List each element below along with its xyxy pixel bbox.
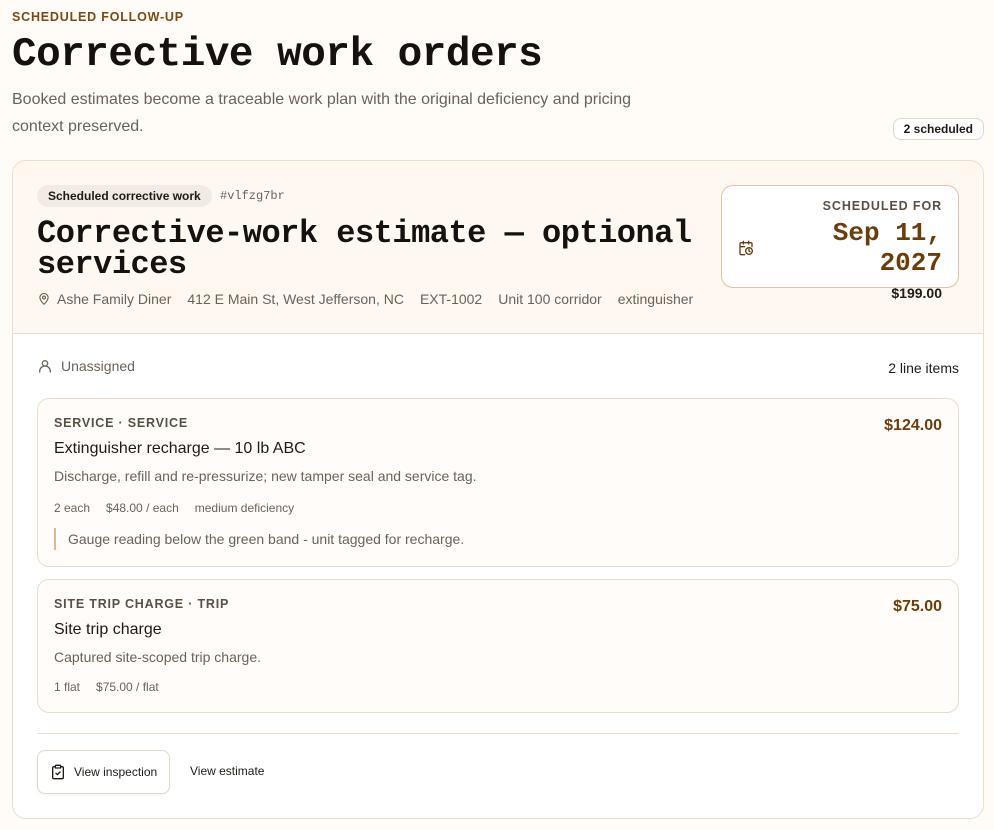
page-eyebrow: SCHEDULED FOLLOW-UP — [12, 10, 184, 24]
schedule-label: SCHEDULED FOR — [822, 199, 942, 213]
asset-type: extinguisher — [617, 291, 694, 307]
assignee-label: Unassigned — [61, 358, 135, 374]
view-inspection-label: View inspection — [74, 765, 158, 779]
line-item-kind: SITE TRIP CHARGE · TRIP — [54, 597, 230, 611]
map-pin-icon — [37, 292, 51, 306]
line-item-unit-price: $48.00 / each — [106, 501, 179, 515]
view-estimate-link[interactable]: View estimate — [190, 764, 264, 778]
actions-divider — [37, 733, 959, 734]
line-item-price: $124.00 — [884, 417, 942, 434]
line-item-quantity: 1 flat — [54, 680, 81, 694]
line-item-description: Captured site-scoped trip charge. — [54, 649, 261, 665]
line-item-count: 2 line items — [888, 360, 959, 376]
work-order-ref: #vlfzg7br — [220, 189, 285, 203]
page-subtitle: Booked estimates become a traceable work… — [12, 91, 632, 135]
work-order-meta: Ashe Family Diner 412 E Main St, West Je… — [37, 291, 693, 307]
customer-name: Ashe Family Diner — [57, 291, 172, 307]
work-type-chip: Scheduled corrective work — [37, 185, 212, 207]
line-item-price: $75.00 — [893, 598, 942, 615]
line-item: SITE TRIP CHARGE · TRIP $75.00 Site trip… — [37, 579, 959, 713]
line-item-quantity: 2 each — [54, 501, 91, 515]
line-item-severity: medium deficiency — [194, 501, 295, 515]
view-inspection-button[interactable]: View inspection — [37, 750, 171, 794]
schedule-date-row: Sep 11, 2027 — [738, 218, 942, 278]
user-icon — [37, 358, 53, 374]
line-item: SERVICE · SERVICE $124.00 Extinguisher r… — [37, 398, 959, 567]
line-item-facts: 1 flat $75.00 / flat — [54, 680, 159, 694]
line-item-description: Discharge, refill and re-pressurize; new… — [54, 468, 477, 484]
work-order-card: Scheduled corrective work #vlfzg7br Corr… — [12, 160, 984, 819]
line-item-kind: SERVICE · SERVICE — [54, 416, 189, 430]
assignee[interactable]: Unassigned — [37, 358, 135, 374]
work-order-title: Corrective-work estimate — optional serv… — [37, 215, 692, 283]
line-item-unit-price: $75.00 / flat — [96, 680, 159, 694]
page-title: Corrective work orders — [12, 32, 543, 78]
line-item-name: Site trip charge — [54, 621, 162, 638]
work-order-header: Scheduled corrective work #vlfzg7br Corr… — [13, 161, 983, 334]
schedule-date: Sep 11, 2027 — [832, 218, 942, 278]
customer-location: Ashe Family Diner — [37, 291, 171, 307]
line-item-name: Extinguisher recharge — 10 lb ABC — [54, 440, 306, 457]
clipboard-check-icon — [50, 764, 66, 780]
line-item-note: Gauge reading below the green band - uni… — [54, 528, 464, 550]
schedule-box: SCHEDULED FOR Sep 11, 2027 $199.00 — [721, 185, 959, 301]
line-item-facts: 2 each $48.00 / each medium deficiency — [54, 501, 294, 515]
calendar-clock-icon — [738, 240, 754, 256]
customer-address: 412 E Main St, West Jefferson, NC — [187, 291, 404, 307]
scheduled-count-badge: 2 scheduled — [892, 118, 984, 140]
schedule-total: $199.00 — [891, 285, 942, 301]
asset-location: Unit 100 corridor — [498, 291, 602, 307]
asset-id: EXT-1002 — [419, 291, 483, 307]
